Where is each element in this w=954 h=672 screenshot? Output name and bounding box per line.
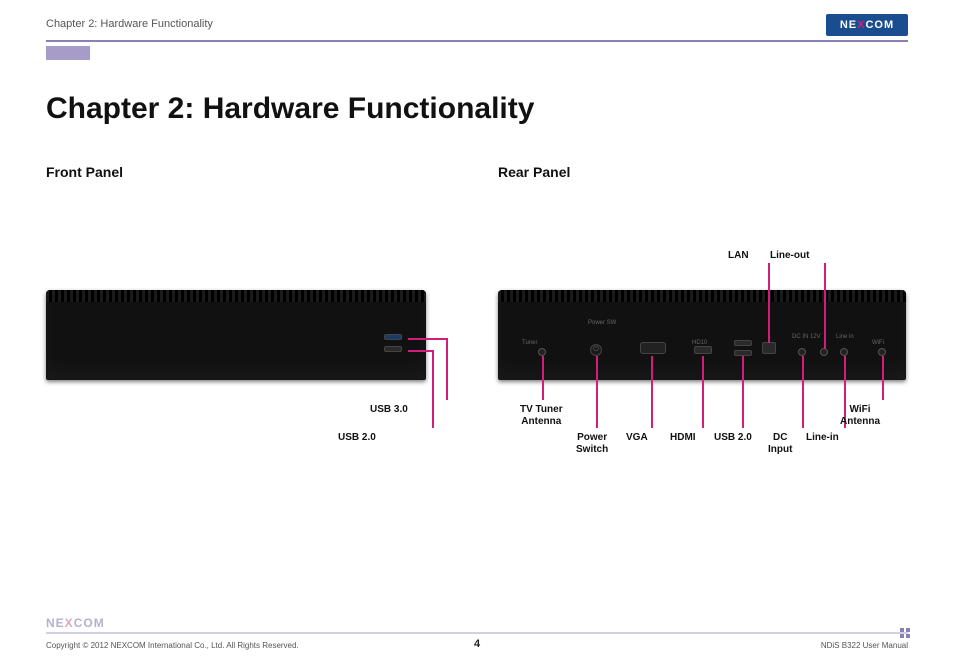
device-top-grille-rear	[498, 290, 906, 302]
callout-line-usb30	[408, 338, 448, 340]
label-vga: VGA	[626, 432, 648, 444]
footer-logo-pre: NE	[46, 616, 65, 630]
callout-line-usb20-h	[408, 350, 434, 352]
callout-lineout	[824, 263, 826, 349]
dc-input-port-icon	[798, 348, 806, 356]
front-panel-heading: Front Panel	[46, 164, 123, 180]
footer-logo-post: COM	[74, 616, 105, 630]
silk-wifi: WiFi	[872, 340, 884, 346]
label-dc: DC Input	[768, 432, 792, 455]
silk-tuner: Tuner	[522, 340, 537, 346]
callout-wifi	[882, 356, 884, 400]
rear-panel-heading: Rear Panel	[498, 164, 570, 180]
callout-line-usb20-v	[432, 350, 434, 428]
silk-power-sw: Power SW	[588, 320, 616, 326]
logo-text-pre: NE	[840, 19, 857, 31]
callout-power	[596, 356, 598, 428]
label-hdmi: HDMI	[670, 432, 696, 444]
label-power: Power Switch	[576, 432, 608, 455]
callout-line-usb30-v	[446, 338, 448, 400]
footer-doc-title: NDiS B322 User Manual	[821, 641, 908, 650]
device-top-grille	[46, 290, 426, 302]
usb30-port-icon	[384, 334, 402, 340]
callout-vga	[651, 356, 653, 428]
lineout-port-icon	[820, 348, 828, 356]
page-header: Chapter 2: Hardware Functionality NEXCOM	[46, 18, 908, 44]
callout-dc	[802, 356, 804, 428]
linein-port-icon	[840, 348, 848, 356]
hdmi-port-icon	[694, 346, 712, 354]
footer-divider	[46, 632, 908, 634]
page-title: Chapter 2: Hardware Functionality	[46, 92, 534, 126]
label-tvtuner: TV Tuner Antenna	[520, 404, 563, 427]
lan-port-icon	[762, 342, 776, 354]
vga-port-icon	[640, 342, 666, 354]
callout-tvtuner	[542, 356, 544, 400]
footer-page-number: 4	[0, 638, 954, 650]
label-wifi: WiFi Antenna	[840, 404, 880, 427]
label-usb20-front: USB 2.0	[338, 432, 376, 444]
footer-logo-x: X	[65, 616, 74, 630]
nexcom-logo: NEXCOM	[826, 14, 908, 36]
label-linein: Line-in	[806, 432, 839, 444]
wifi-antenna-port-icon	[878, 348, 886, 356]
label-usb20-rear: USB 2.0	[714, 432, 752, 444]
silk-dcin: DC IN 12V	[792, 334, 821, 340]
tuner-antenna-port-icon	[538, 348, 546, 356]
label-usb30: USB 3.0	[370, 404, 408, 416]
power-switch-icon: ⏻	[590, 344, 602, 356]
usb20-port-icon	[384, 346, 402, 352]
footer-logo: NEXCOM	[46, 616, 105, 630]
silk-linein: Line in	[836, 334, 854, 340]
usb20-rear-port-icon-a	[734, 340, 752, 346]
side-tab-decoration	[46, 46, 90, 60]
label-lan: LAN	[728, 250, 749, 262]
header-divider	[46, 40, 908, 42]
callout-lan	[768, 263, 770, 343]
logo-text-post: COM	[865, 19, 894, 31]
callout-usb20-rear	[742, 356, 744, 428]
label-lineout: Line-out	[770, 250, 809, 262]
front-device-illustration	[46, 290, 426, 380]
callout-hdmi	[702, 356, 704, 428]
breadcrumb: Chapter 2: Hardware Functionality	[46, 18, 908, 30]
